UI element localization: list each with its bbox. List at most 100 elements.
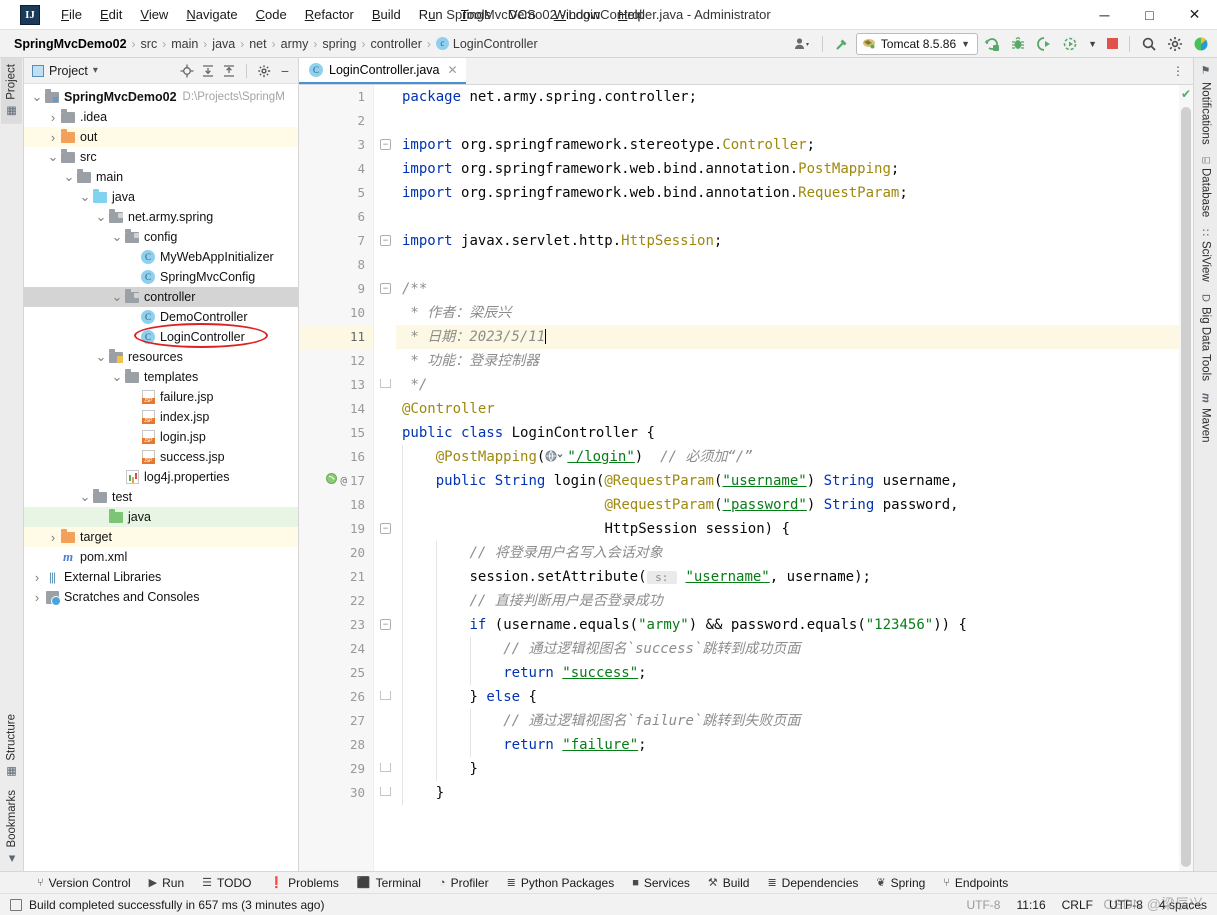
fold-collapse-icon[interactable]: −	[380, 523, 391, 534]
chevron-down-icon[interactable]: ⌄	[46, 150, 60, 163]
toolwindow-button-problems[interactable]: ❗ Problems	[260, 872, 347, 893]
breadcrumb-item-src[interactable]: src	[141, 37, 158, 51]
fold-end-marker[interactable]	[380, 379, 391, 388]
toolwindow-button-dependencies[interactable]: ≣ Dependencies	[758, 872, 867, 893]
scrollbar-thumb[interactable]	[1181, 107, 1191, 867]
tree-node-net-army-spring[interactable]: ⌄ net.army.spring	[24, 207, 298, 227]
breadcrumb-item-java[interactable]: java	[212, 37, 235, 51]
tree-node-controller[interactable]: ⌄ controller	[24, 287, 298, 307]
search-everywhere-icon[interactable]	[1137, 32, 1161, 56]
tree-node-pom-xml[interactable]: m pom.xml	[24, 547, 298, 567]
collapse-all-icon[interactable]	[220, 62, 238, 80]
fold-end-marker[interactable]	[380, 763, 391, 772]
toolwindow-button-big-data-tools[interactable]: D Big Data Tools	[1196, 288, 1216, 387]
breadcrumb-item-spring[interactable]: spring	[322, 37, 356, 51]
tree-node-mywebappinitializer[interactable]: C MyWebAppInitializer	[24, 247, 298, 267]
tree-node-democontroller[interactable]: C DemoController	[24, 307, 298, 327]
settings-gear-icon[interactable]	[255, 62, 273, 80]
hide-panel-icon[interactable]: −	[276, 62, 294, 80]
hammer-build-icon[interactable]	[830, 32, 854, 56]
tree-node-java[interactable]: ⌄ java	[24, 187, 298, 207]
tree-node-config[interactable]: ⌄ config	[24, 227, 298, 247]
code-editor[interactable]: 1 2 3 4 5 6 7 8 9 10 11 12 13 14 15 16 17 @18 19 20 21 22 23 24…	[299, 85, 1193, 871]
tree-node-logincontroller[interactable]: C LoginController	[24, 327, 298, 347]
chevron-down-icon[interactable]: ▼	[1084, 32, 1101, 56]
tree-node-resources[interactable]: ⌄ resources	[24, 347, 298, 367]
menu-vcs[interactable]: VCS	[500, 3, 545, 26]
toolwindow-button-terminal[interactable]: ⬛ Terminal	[348, 872, 430, 893]
code-line-1[interactable]: package net.army.spring.controller;	[396, 85, 1179, 109]
tree-node-log4j-properties[interactable]: log4j.properties	[24, 467, 298, 487]
code-line-6[interactable]	[396, 205, 1179, 229]
code-line-15[interactable]: public class LoginController {	[396, 421, 1179, 445]
breadcrumb-item-army[interactable]: army	[281, 37, 309, 51]
chevron-down-icon[interactable]: ⌄	[110, 370, 124, 383]
tree-node-main[interactable]: ⌄ main	[24, 167, 298, 187]
tree-node--idea[interactable]: › .idea	[24, 107, 298, 127]
toolwindow-button-services[interactable]: ■ Services	[623, 872, 699, 893]
chevron-right-icon[interactable]: ›	[30, 570, 44, 585]
rerun-icon[interactable]	[980, 32, 1004, 56]
locate-target-icon[interactable]	[178, 62, 196, 80]
fold-end-marker[interactable]	[380, 787, 391, 796]
code-line-18[interactable]: @RequestParam("password") String passwor…	[396, 493, 1179, 517]
fold-end-marker[interactable]	[380, 691, 391, 700]
chevron-right-icon[interactable]: ›	[46, 530, 60, 545]
ide-assistant-icon[interactable]	[1189, 32, 1213, 56]
chevron-down-icon[interactable]: ⌄	[94, 350, 108, 363]
code-line-5[interactable]: import org.springframework.web.bind.anno…	[396, 181, 1179, 205]
editor-tab-logincontroller[interactable]: C LoginController.java ✕	[299, 58, 466, 84]
code-line-30[interactable]: }	[396, 781, 1179, 805]
user-avatar-icon[interactable]	[790, 32, 815, 56]
code-line-22[interactable]: // 直接判断用户是否登录成功	[396, 589, 1179, 613]
debug-icon[interactable]	[1006, 32, 1030, 56]
code-line-21[interactable]: session.setAttribute( s: "username", use…	[396, 565, 1179, 589]
toolwindow-button-endpoints[interactable]: ⑂ Endpoints	[934, 872, 1017, 893]
chevron-right-icon[interactable]: ›	[30, 590, 44, 605]
code-line-3[interactable]: import org.springframework.stereotype.Co…	[396, 133, 1179, 157]
code-line-2[interactable]	[396, 109, 1179, 133]
stop-icon[interactable]	[1103, 32, 1122, 56]
tree-node-index-jsp[interactable]: index.jsp	[24, 407, 298, 427]
url-inlay-icon[interactable]	[545, 445, 567, 469]
menu-refactor[interactable]: Refactor	[296, 3, 363, 26]
tree-node-springmvcconfig[interactable]: C SpringMvcConfig	[24, 267, 298, 287]
encoding-indicator-left[interactable]: UTF-8	[966, 898, 1000, 912]
breadcrumb-item-controller[interactable]: controller	[370, 37, 421, 51]
profile-icon[interactable]	[1058, 32, 1082, 56]
tree-node-failure-jsp[interactable]: failure.jsp	[24, 387, 298, 407]
code-line-9[interactable]: /**	[396, 277, 1179, 301]
more-options-icon[interactable]: ⋮	[1172, 64, 1185, 78]
chevron-down-icon[interactable]: ⌄	[110, 290, 124, 303]
menu-navigate[interactable]: Navigate	[177, 3, 246, 26]
menu-view[interactable]: View	[131, 3, 177, 26]
indent-indicator[interactable]: 4 spaces	[1159, 898, 1207, 912]
code-line-24[interactable]: // 通过逻辑视图名`success`跳转到成功页面	[396, 637, 1179, 661]
menu-help[interactable]: Help	[609, 3, 654, 26]
breadcrumb-item-logincontroller[interactable]: c LoginController	[435, 37, 538, 51]
editor-fold-column[interactable]: − − − − −	[374, 85, 396, 871]
tree-node-java[interactable]: java	[24, 507, 298, 527]
menu-tools[interactable]: Tools	[452, 3, 500, 26]
toolwindow-button-sciview[interactable]: ∷ SciView	[1195, 223, 1216, 288]
menu-window[interactable]: Window	[545, 3, 609, 26]
run-with-coverage-icon[interactable]	[1032, 32, 1056, 56]
toolwindow-button-run[interactable]: ▶ Run	[140, 872, 193, 893]
tree-node-out[interactable]: › out	[24, 127, 298, 147]
toolwindow-button-profiler[interactable]: ◔ Profiler	[430, 872, 498, 893]
toolwindow-button-bookmarks[interactable]: ▲ Bookmarks	[2, 784, 22, 871]
tree-node-external-libraries[interactable]: › ||| External Libraries	[24, 567, 298, 587]
code-line-19[interactable]: HttpSession session) {	[396, 517, 1179, 541]
tree-node-scratches-and-consoles[interactable]: › Scratches and Consoles	[24, 587, 298, 607]
code-line-12[interactable]: * 功能：登录控制器	[396, 349, 1179, 373]
code-line-27[interactable]: // 通过逻辑视图名`failure`跳转到失败页面	[396, 709, 1179, 733]
code-line-7[interactable]: import javax.servlet.http.HttpSession;	[396, 229, 1179, 253]
chevron-down-icon[interactable]: ⌄	[78, 490, 92, 503]
file-encoding-indicator[interactable]: UTF-8	[1109, 898, 1143, 912]
menu-code[interactable]: Code	[247, 3, 296, 26]
minimize-button[interactable]: ─	[1082, 0, 1127, 30]
toolwindow-button-todo[interactable]: ☰ TODO	[193, 872, 260, 893]
code-line-25[interactable]: return "success";	[396, 661, 1179, 685]
toolwindow-button-build[interactable]: ⚒ Build	[699, 872, 759, 893]
code-line-29[interactable]: }	[396, 757, 1179, 781]
